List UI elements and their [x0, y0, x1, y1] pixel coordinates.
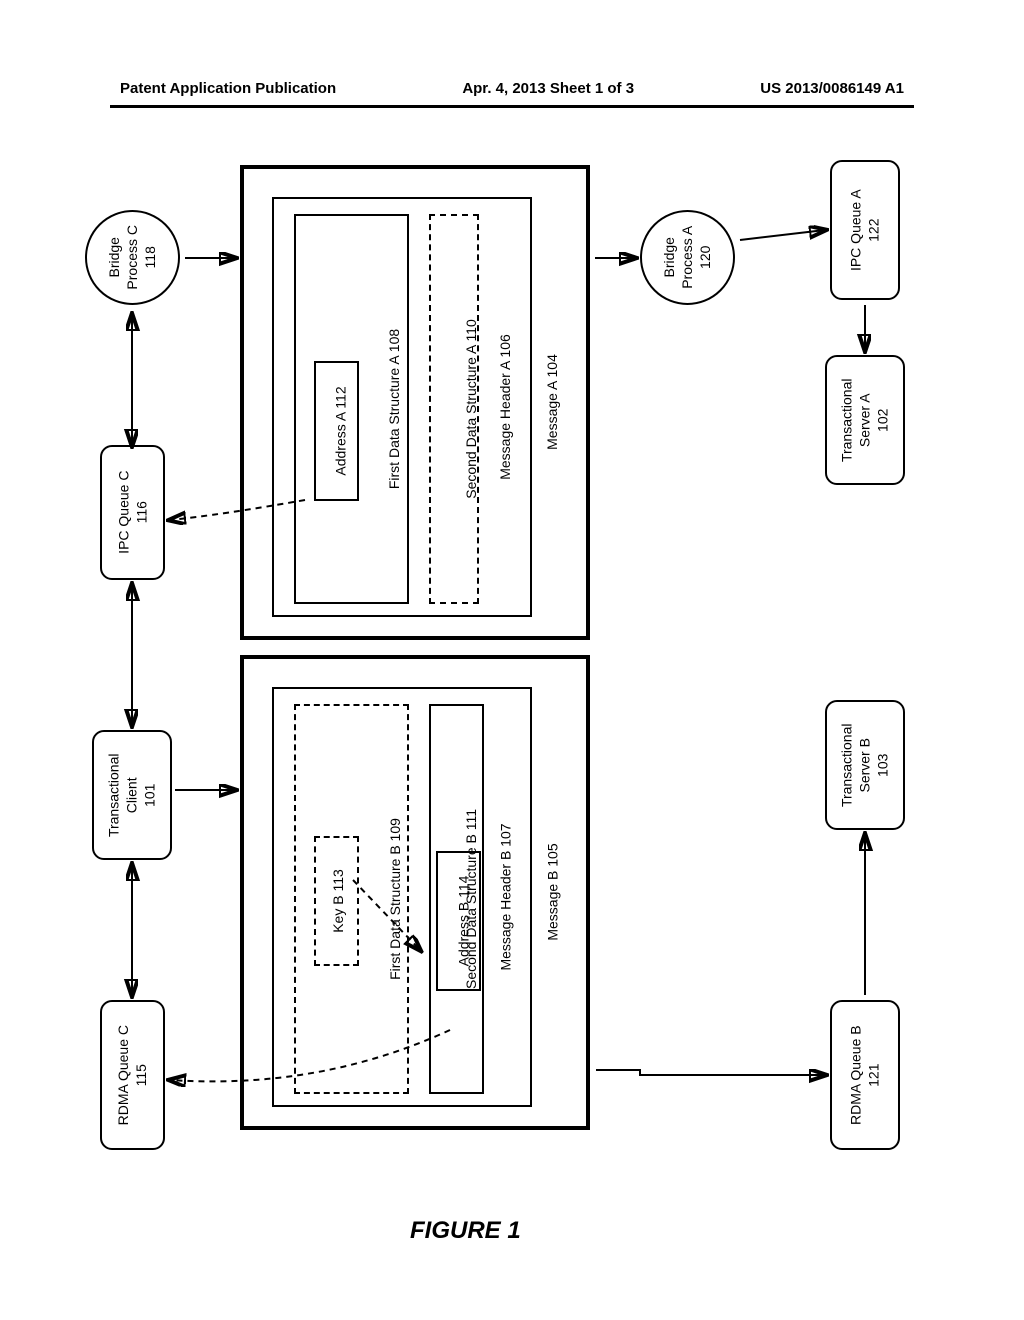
transactional-server-b: TransactionalServer B103 [825, 700, 905, 830]
message-a: Message A 104 Message Header A 106 First… [240, 165, 590, 640]
first-ds-a: First Data Structure A 108 Address A 112 [294, 214, 409, 604]
message-header-b: Message Header B 107 First Data Structur… [272, 687, 532, 1107]
first-ds-b: First Data Structure B 109 Key B 113 [294, 704, 409, 1094]
address-b: Address B 114 [436, 851, 481, 991]
first-ds-a-label: First Data Structure A 108 [386, 329, 402, 489]
header-center: Apr. 4, 2013 Sheet 1 of 3 [462, 80, 634, 97]
key-b: Key B 113 [314, 836, 359, 966]
rdma-queue-c: RDMA Queue C115 [100, 1000, 165, 1150]
ipc-queue-a: IPC Queue A122 [830, 160, 900, 300]
message-a-label: Message A 104 [544, 354, 560, 450]
header-left: Patent Application Publication [120, 80, 336, 97]
bridge-process-a: BridgeProcess A120 [640, 210, 735, 305]
figure-label: FIGURE 1 [410, 1217, 521, 1245]
header-right: US 2013/0086149 A1 [760, 80, 904, 97]
rdma-queue-b: RDMA Queue B121 [830, 1000, 900, 1150]
address-a: Address A 112 [314, 361, 359, 501]
second-ds-a: Second Data Structure A 110 [429, 214, 479, 604]
bridge-process-c: BridgeProcess C118 [85, 210, 180, 305]
second-ds-b: Second Data Structure B 111 Address B 11… [429, 704, 484, 1094]
diagram-container: BridgeProcess C118 IPC Queue C116 Transa… [80, 160, 950, 1260]
address-b-label: Address B 114 [455, 876, 471, 967]
message-header-a-label: Message Header A 106 [497, 334, 513, 480]
transactional-server-a: TransactionalServer A102 [825, 355, 905, 485]
address-a-label: Address A 112 [333, 386, 349, 475]
message-b-label: Message B 105 [545, 843, 561, 940]
key-b-label: Key B 113 [330, 869, 346, 933]
ipc-queue-c: IPC Queue C116 [100, 445, 165, 580]
transactional-client: TransactionalClient101 [92, 730, 172, 860]
second-ds-a-label: Second Data Structure A 110 [463, 319, 479, 499]
message-b: Message B 105 Message Header B 107 First… [240, 655, 590, 1130]
message-header-a: Message Header A 106 First Data Structur… [272, 197, 532, 617]
message-header-b-label: Message Header B 107 [498, 823, 514, 970]
header-divider [110, 105, 914, 108]
first-ds-b-label: First Data Structure B 109 [387, 818, 403, 980]
